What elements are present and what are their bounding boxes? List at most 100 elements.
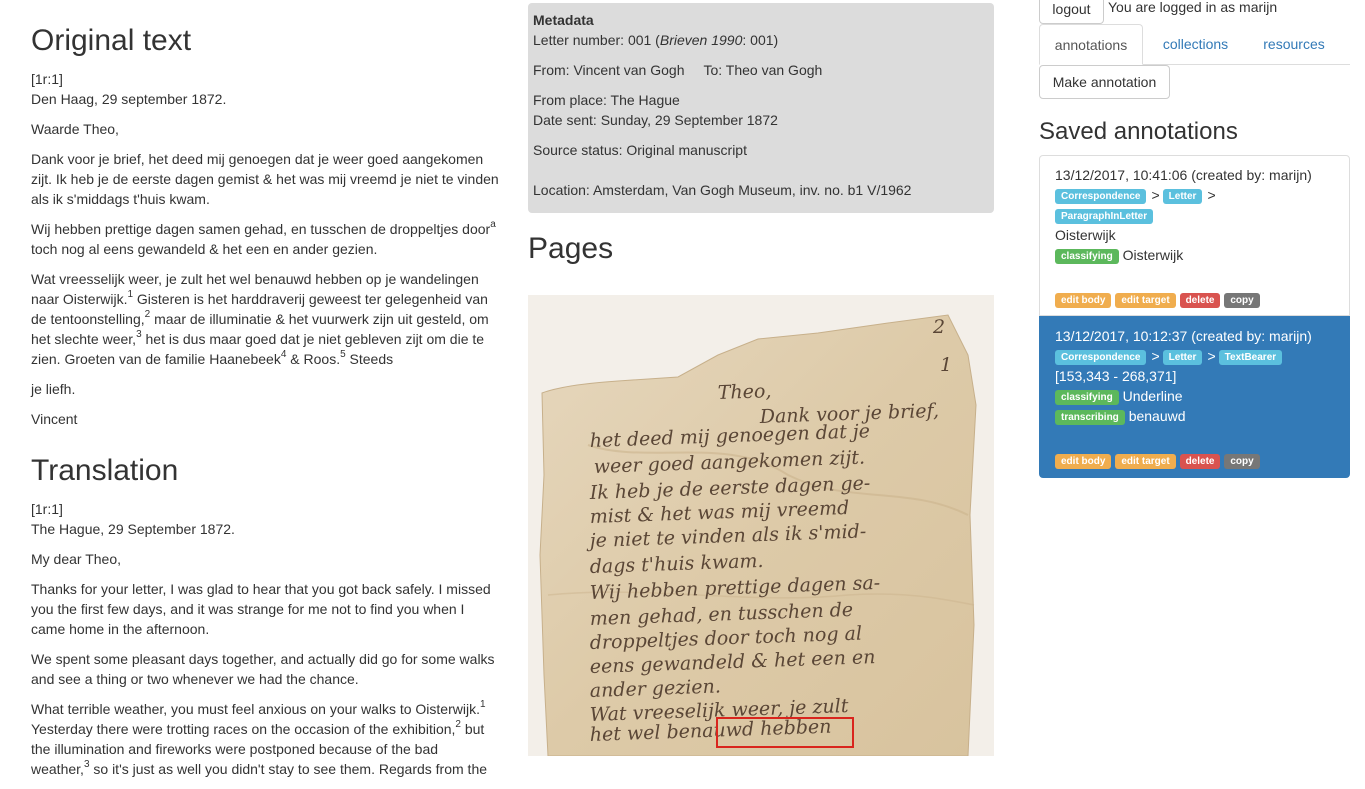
copy-button[interactable]: copy: [1224, 292, 1260, 308]
crumb-separator: >: [1151, 348, 1160, 364]
translation-p3-text: What terrible weather, you must feel anx…: [31, 701, 480, 717]
annotation-tabs: annotations collections resources: [1039, 24, 1350, 65]
annotation-item-selected[interactable]: 13/12/2017, 10:12:37 (created by: marijn…: [1039, 316, 1350, 478]
footnote-marker[interactable]: 2: [455, 719, 461, 730]
annotation-item[interactable]: 13/12/2017, 10:41:06 (created by: marijn…: [1039, 155, 1350, 316]
original-p2-text: toch nog al eens gewandeld & het een en …: [31, 241, 378, 257]
crumb-label[interactable]: Correspondence: [1055, 188, 1147, 204]
delete-button[interactable]: delete: [1179, 453, 1221, 469]
body-type-label: classifying: [1055, 248, 1119, 264]
annotation-actions: edit body edit target delete copy: [1055, 289, 1260, 309]
saved-annotations-heading: Saved annotations: [1039, 118, 1238, 145]
annotation-body: classifying Underline: [1055, 386, 1334, 406]
translation-p3-text: Yesterday there were trotting races on t…: [31, 721, 456, 737]
translation-place-date: The Hague, 29 September 1872.: [31, 521, 235, 537]
make-annotation-button[interactable]: Make annotation: [1039, 65, 1170, 99]
tab-annotations[interactable]: annotations: [1039, 24, 1143, 65]
from-place: From place: The Hague: [533, 92, 680, 108]
annotation-target: Oisterwijk: [1055, 227, 1116, 243]
translation-marker: [1r:1]: [31, 501, 63, 517]
edit-target-button[interactable]: edit target: [1115, 292, 1176, 308]
original-marker: [1r:1]: [31, 71, 63, 87]
original-text-heading: Original text: [31, 24, 192, 57]
original-place-date: Den Haag, 29 september 1872.: [31, 91, 227, 107]
footnote-marker[interactable]: 1: [127, 289, 133, 300]
translation-p3-text: so it's just as well you didn't stay to …: [89, 761, 488, 777]
handwriting-line: ander gezien.: [589, 675, 721, 702]
target-breadcrumb: Correspondence > Letter >: [1055, 185, 1334, 205]
original-paragraph-1: Dank voor je brief, het deed mij genoege…: [31, 151, 499, 207]
source-status: Source status: Original manuscript: [533, 142, 747, 158]
annotation-actions: edit body edit target delete copy: [1055, 450, 1260, 470]
letter-number-suffix: : 001): [742, 32, 779, 48]
pages-heading: Pages: [528, 232, 614, 265]
annotation-target: [153,343 - 268,371]: [1055, 368, 1177, 384]
edit-body-button[interactable]: edit body: [1055, 453, 1112, 469]
crumb-label[interactable]: Letter: [1162, 349, 1203, 365]
body-type-label: transcribing: [1055, 409, 1125, 425]
target-breadcrumb: Correspondence > Letter > TextBearer: [1055, 346, 1334, 366]
translation-paragraph-1: Thanks for your letter, I was glad to he…: [31, 581, 491, 637]
login-status: You are logged in as marijn: [1108, 0, 1278, 15]
original-paragraph-3: Wat vreesselijk weer, je zult het wel be…: [31, 269, 499, 369]
annotation-body: transcribing benauwd: [1055, 406, 1334, 426]
crumb-separator: >: [1151, 187, 1160, 203]
footnote-marker[interactable]: 1: [480, 699, 486, 710]
original-paragraph-2: Wij hebben prettige dagen samen gehad, e…: [31, 219, 499, 259]
translation-header: [1r:1] The Hague, 29 September 1872.: [31, 499, 499, 539]
body-value: benauwd: [1128, 408, 1186, 424]
footnote-marker[interactable]: 3: [84, 759, 90, 770]
annotation-header: 13/12/2017, 10:12:37 (created by: marijn…: [1055, 328, 1312, 344]
translation-paragraph-3: What terrible weather, you must feel anx…: [31, 699, 499, 779]
letter-number: Letter number: 001 (Brieven 1990: 001): [533, 30, 989, 50]
translation-salutation: My dear Theo,: [31, 551, 122, 567]
original-salutation: Waarde Theo,: [31, 121, 119, 137]
letter-scan: Theo,Dank voor je brief,het deed mij gen…: [539, 314, 977, 756]
letter-page-image[interactable]: Theo, Dank voor je brief, het deed mij gen…: [528, 295, 994, 756]
translation-heading: Translation: [31, 454, 179, 487]
body-type-label: classifying: [1055, 389, 1119, 405]
crumb-label[interactable]: Correspondence: [1055, 349, 1147, 365]
handwriting-line: Theo,: [717, 380, 771, 404]
edit-body-button[interactable]: edit body: [1055, 292, 1112, 308]
logout-button[interactable]: logout: [1039, 0, 1104, 24]
original-header: [1r:1] Den Haag, 29 september 1872.: [31, 69, 499, 109]
annotation-highlight-box[interactable]: [716, 717, 854, 748]
original-p2-text: Wij hebben prettige dagen samen gehad, e…: [31, 221, 491, 237]
tab-collections[interactable]: collections: [1149, 24, 1242, 64]
footnote-marker[interactable]: a: [490, 219, 496, 230]
body-value: Underline: [1122, 388, 1183, 404]
copy-button[interactable]: copy: [1224, 453, 1260, 469]
metadata-heading: Metadata: [533, 12, 594, 28]
crumb-separator: >: [1207, 348, 1216, 364]
sender-recipient: From: Vincent van Gogh To: Theo van Gogh: [533, 60, 989, 80]
letter-from: From: Vincent van Gogh: [533, 62, 685, 78]
original-p3-text: & Roos.: [286, 351, 341, 367]
original-closing: je liefh.: [31, 381, 76, 397]
letter-number-edition: Brieven 1990: [659, 32, 743, 48]
page-mark-bottom: 1: [940, 354, 952, 376]
footnote-marker[interactable]: 5: [340, 349, 346, 360]
delete-button[interactable]: delete: [1179, 292, 1221, 308]
letter-to: To: Theo van Gogh: [703, 62, 823, 78]
letter-number-prefix: Letter number: 001 (: [533, 32, 660, 48]
footnote-marker[interactable]: 2: [145, 309, 151, 320]
original-p3-text: Steeds: [345, 351, 394, 367]
page-mark-top: 2: [932, 316, 945, 338]
crumb-label[interactable]: Letter: [1162, 188, 1203, 204]
tab-resources[interactable]: resources: [1250, 24, 1338, 64]
annotation-header: 13/12/2017, 10:41:06 (created by: marijn…: [1055, 167, 1312, 183]
original-signature: Vincent: [31, 411, 78, 427]
translation-paragraph-2: We spent some pleasant days together, an…: [31, 651, 495, 687]
body-value: Oisterwijk: [1122, 247, 1184, 263]
crumb-separator: >: [1207, 187, 1216, 203]
footnote-marker[interactable]: 4: [281, 349, 287, 360]
crumb-label[interactable]: ParagraphInLetter: [1055, 208, 1154, 224]
crumb-label[interactable]: TextBearer: [1218, 349, 1283, 365]
target-breadcrumb-cont: ParagraphInLetter: [1055, 205, 1334, 225]
text-column: Original text [1r:1] Den Haag, 29 septem…: [31, 0, 499, 789]
footnote-marker[interactable]: 3: [136, 329, 142, 340]
location: Location: Amsterdam, Van Gogh Museum, in…: [533, 182, 912, 198]
edit-target-button[interactable]: edit target: [1115, 453, 1176, 469]
annotation-body: classifying Oisterwijk: [1055, 245, 1334, 265]
